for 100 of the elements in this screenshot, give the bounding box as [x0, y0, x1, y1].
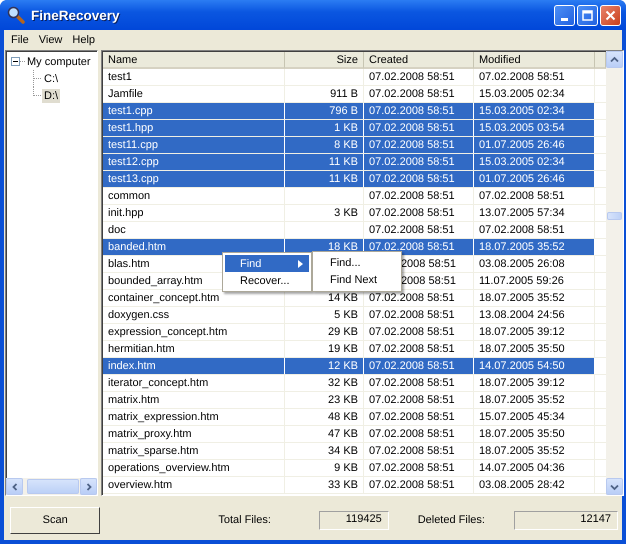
table-cell: test12.cpp	[103, 154, 285, 170]
table-cell: 07.02.2008 58:51	[364, 69, 474, 85]
table-cell: 07.02.2008 58:51	[474, 222, 595, 238]
column-header[interactable]: Modified	[474, 52, 595, 69]
table-cell: 18.07.2005 35:50	[474, 341, 595, 357]
table-cell: 07.02.2008 58:51	[364, 120, 474, 136]
table-cell: 07.02.2008 58:51	[364, 239, 474, 255]
window-title: FineRecovery	[31, 8, 121, 22]
tree-item[interactable]: My computer	[25, 54, 93, 68]
table-cell: 07.02.2008 58:51	[364, 375, 474, 391]
column-header[interactable]: Name	[103, 52, 285, 69]
table-cell: operations_overview.htm	[103, 460, 285, 476]
scan-button[interactable]: Scan	[10, 506, 100, 534]
table-cell: 07.02.2008 58:51	[364, 154, 474, 170]
table-cell: test13.cpp	[103, 171, 285, 187]
table-cell: 03.08.2005 28:42	[474, 477, 595, 493]
table-cell: 11.07.2005 59:26	[474, 273, 595, 289]
table-cell: 18.07.2005 35:52	[474, 443, 595, 459]
table-cell: hermitian.htm	[103, 341, 285, 357]
table-cell: 796 B	[285, 103, 364, 119]
table-cell: 07.02.2008 58:51	[364, 443, 474, 459]
table-cell: 18.07.2005 39:12	[474, 324, 595, 340]
table-cell: 14.07.2005 54:50	[474, 358, 595, 374]
table-cell: 18.07.2005 35:52	[474, 392, 595, 408]
table-cell: matrix_proxy.htm	[103, 426, 285, 442]
table-cell: 15.03.2005 02:34	[474, 103, 595, 119]
column-header[interactable]: Size	[285, 52, 364, 69]
table-cell: 01.07.2005 26:46	[474, 137, 595, 153]
table-cell: overview.htm	[103, 477, 285, 493]
table-cell: 07.02.2008 58:51	[364, 409, 474, 425]
scrollbar-thumb[interactable]	[607, 212, 622, 220]
table-cell: 13.08.2004 24:56	[474, 307, 595, 323]
scrollbar-thumb[interactable]	[27, 479, 79, 494]
table-cell: 15.03.2005 02:34	[474, 154, 595, 170]
table-cell: 07.02.2008 58:51	[364, 86, 474, 102]
table-cell: 12 KB	[285, 358, 364, 374]
scroll-right-button[interactable]	[80, 478, 97, 495]
collapse-icon[interactable]	[11, 57, 20, 66]
table-cell: 47 KB	[285, 426, 364, 442]
magnifier-icon	[7, 6, 25, 24]
table-cell: 07.02.2008 58:51	[364, 324, 474, 340]
table-cell: 48 KB	[285, 409, 364, 425]
table-cell: 01.07.2005 26:46	[474, 171, 595, 187]
table-cell: 07.02.2008 58:51	[364, 307, 474, 323]
table-cell: matrix_expression.htm	[103, 409, 285, 425]
table-cell: 07.02.2008 58:51	[364, 205, 474, 221]
table-cell: 15.03.2005 03:54	[474, 120, 595, 136]
table-cell: 11 KB	[285, 154, 364, 170]
table-cell: doc	[103, 222, 285, 238]
scroll-left-button[interactable]	[6, 478, 23, 495]
scroll-down-button[interactable]	[606, 478, 623, 495]
table-cell: matrix.htm	[103, 392, 285, 408]
tree-item[interactable]: C:\	[42, 72, 60, 86]
column-header[interactable]: Created	[364, 52, 474, 69]
table-cell: 32 KB	[285, 375, 364, 391]
table-cell: 13.07.2005 57:34	[474, 205, 595, 221]
table-cell: 07.02.2008 58:51	[364, 171, 474, 187]
table-cell: 15.07.2005 45:34	[474, 409, 595, 425]
table-cell: banded.htm	[103, 239, 285, 255]
table-cell: test1.hpp	[103, 120, 285, 136]
table-cell: 07.02.2008 58:51	[474, 188, 595, 204]
table-cell: 07.02.2008 58:51	[364, 358, 474, 374]
table-cell: 07.02.2008 58:51	[474, 69, 595, 85]
table-cell: 23 KB	[285, 392, 364, 408]
table-cell: 07.02.2008 58:51	[364, 392, 474, 408]
tree-item[interactable]: D:\	[42, 88, 60, 102]
table-cell: 03.08.2005 26:08	[474, 256, 595, 272]
table-cell: 9 KB	[285, 460, 364, 476]
close-button[interactable]	[600, 4, 621, 26]
table-cell: 07.02.2008 58:51	[364, 477, 474, 493]
maximize-icon	[582, 10, 593, 20]
table-cell: 07.02.2008 58:51	[364, 103, 474, 119]
table-cell: index.htm	[103, 358, 285, 374]
table-cell: 3 KB	[285, 205, 364, 221]
table-cell: test11.cpp	[103, 137, 285, 153]
menu-item[interactable]: View	[34, 34, 68, 46]
table-cell: common	[103, 188, 285, 204]
scroll-up-button[interactable]	[606, 51, 623, 68]
total-files-field: 119425	[318, 510, 389, 530]
table-cell: 19 KB	[285, 341, 364, 357]
table-cell: iterator_concept.htm	[103, 375, 285, 391]
table-cell: test1	[103, 69, 285, 85]
table-cell: 07.02.2008 58:51	[364, 188, 474, 204]
table-cell: 18.07.2005 35:52	[474, 239, 595, 255]
maximize-button[interactable]	[577, 4, 598, 26]
menu-item[interactable]: File	[6, 34, 34, 46]
table-cell: 34 KB	[285, 443, 364, 459]
menu-item[interactable]: Help	[67, 34, 100, 46]
table-cell: 07.02.2008 58:51	[364, 460, 474, 476]
table-cell: 14.07.2005 04:36	[474, 460, 595, 476]
table-cell: matrix_sparse.htm	[103, 443, 285, 459]
minimize-icon	[561, 18, 568, 20]
context-menu-item[interactable]: Find	[225, 255, 309, 272]
table-cell: 18.07.2005 39:12	[474, 375, 595, 391]
table-cell: 07.02.2008 58:51	[364, 341, 474, 357]
table-cell: 07.02.2008 58:51	[364, 426, 474, 442]
minimize-button[interactable]	[554, 4, 575, 26]
table-cell: 07.02.2008 58:51	[364, 222, 474, 238]
table-cell: 15.03.2005 02:34	[474, 86, 595, 102]
table-cell: init.hpp	[103, 205, 285, 221]
